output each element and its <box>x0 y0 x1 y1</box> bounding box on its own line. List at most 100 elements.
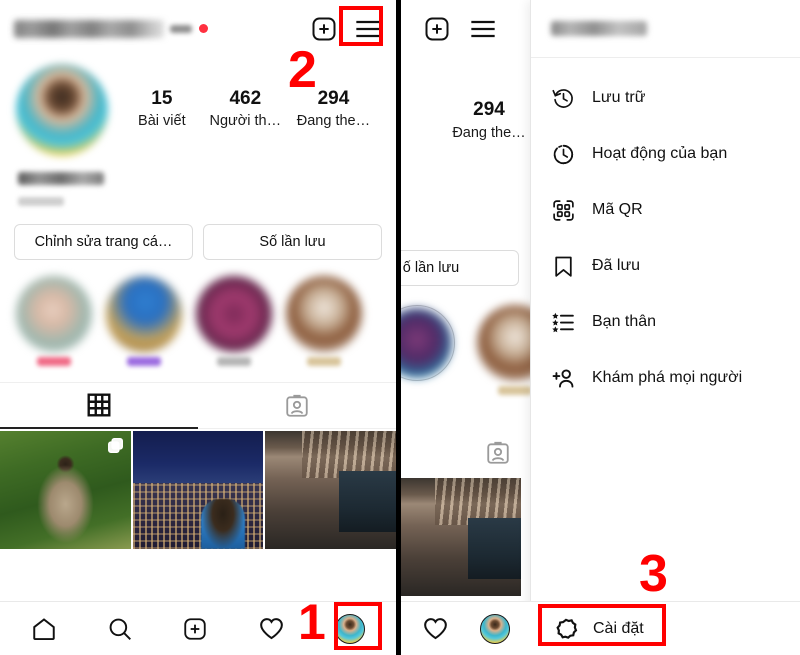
stat-posts-label: Bài viết <box>138 113 186 130</box>
heart-icon[interactable] <box>422 615 449 642</box>
annotation-number-1: 1 <box>298 594 326 650</box>
profile-tabs <box>0 382 396 429</box>
highlight-cover <box>286 276 362 352</box>
profile-avatar[interactable] <box>16 64 108 156</box>
menu-item-label: Khám phá mọi người <box>592 369 743 386</box>
menu-header <box>531 0 800 58</box>
highlight-label-redacted <box>127 357 161 366</box>
header-actions-partial <box>423 15 497 43</box>
settings-menu-item[interactable]: Cài đặt <box>531 601 800 655</box>
menu-item-saved[interactable]: Đã lưu <box>531 238 800 294</box>
highlight-label-redacted <box>217 357 251 366</box>
stat-following-label: Đang the… <box>296 113 371 130</box>
stat-posts-value: 15 <box>151 87 173 109</box>
username-suffix-redacted <box>170 25 192 33</box>
menu-item-archive[interactable]: Lưu trữ <box>531 70 800 126</box>
highlight-label-redacted <box>37 357 71 366</box>
stat-followers[interactable]: 462 Người th… <box>210 87 282 133</box>
annotation-number-3: 3 <box>639 545 668 603</box>
phone-screen-menu-open: 294 Đang the… ố lần lưu Lưu trữ Hoạt độn… <box>401 0 800 655</box>
highlight-cover <box>196 276 272 352</box>
profile-avatar-nav-item[interactable] <box>335 613 366 644</box>
menu-item-label: Mã QR <box>592 201 643 218</box>
hamburger-menu-icon[interactable] <box>469 17 497 41</box>
photo-thumbnail <box>401 478 521 596</box>
menu-item-label: Đã lưu <box>592 257 641 274</box>
stat-following-partial[interactable]: 294 Đang the… <box>444 98 534 144</box>
photo-thumbnail <box>265 431 396 549</box>
search-icon[interactable] <box>107 616 133 642</box>
photo-thumbnail <box>132 431 264 549</box>
profile-bio-redacted <box>18 197 64 206</box>
stat-followers-value: 462 <box>229 87 262 109</box>
profile-action-buttons: Chỉnh sửa trang cá… Số lần lưu <box>0 206 396 260</box>
tutorial-screenshot: 15 Bài viết 462 Người th… 294 Đang the… … <box>0 0 800 655</box>
menu-item-list: Lưu trữ Hoạt động của bạn Mã QR Đã lưu B… <box>531 58 800 406</box>
stat-following-label: Đang the… <box>452 124 526 141</box>
menu-item-your-activity[interactable]: Hoạt động của bạn <box>531 126 800 182</box>
photo-grid-item-partial[interactable] <box>401 478 521 596</box>
stat-followers-label: Người th… <box>209 113 282 130</box>
highlight-ring <box>401 305 455 381</box>
profile-username-redacted <box>14 20 164 38</box>
saved-count-button-partial[interactable]: ố lần lưu <box>401 250 519 286</box>
highlight-item[interactable] <box>14 276 94 366</box>
highlight-item[interactable] <box>194 276 274 366</box>
settings-label: Cài đặt <box>593 619 644 637</box>
highlight-item-partial[interactable] <box>401 305 459 381</box>
archive-clock-icon <box>551 86 576 111</box>
profile-avatar-nav-item[interactable] <box>479 613 510 644</box>
activity-clock-icon <box>551 142 576 167</box>
highlight-cover <box>401 308 452 378</box>
highlight-label-redacted <box>307 357 341 366</box>
photo-grid <box>0 431 396 549</box>
profile-header <box>0 0 396 58</box>
bottom-navigation-bar <box>0 601 396 655</box>
story-highlights <box>0 260 396 366</box>
bottom-navigation-bar-partial <box>401 601 531 655</box>
star-list-icon <box>551 310 576 335</box>
header-actions <box>310 15 382 43</box>
multi-photo-icon <box>107 437 124 454</box>
tagged-person-icon <box>485 440 511 466</box>
profile-stats: 15 Bài viết 462 Người th… 294 Đang the… <box>108 87 380 133</box>
home-icon[interactable] <box>31 616 57 642</box>
bookmark-icon <box>551 254 576 279</box>
menu-item-label: Lưu trữ <box>592 89 646 106</box>
qr-code-icon <box>551 198 576 223</box>
phone-screen-profile: 15 Bài viết 462 Người th… 294 Đang the… … <box>0 0 396 655</box>
profile-display-name-redacted <box>18 172 104 185</box>
saved-count-button[interactable]: Số lần lưu <box>203 224 382 260</box>
add-person-icon <box>551 366 576 391</box>
heart-icon[interactable] <box>258 615 285 642</box>
stat-following-value: 294 <box>473 99 505 120</box>
profile-summary: 15 Bài viết 462 Người th… 294 Đang the… <box>0 58 396 156</box>
menu-item-close-friends[interactable]: Bạn thân <box>531 294 800 350</box>
photo-grid-item[interactable] <box>265 431 396 549</box>
highlight-cover <box>16 276 92 352</box>
plus-box-icon[interactable] <box>182 616 208 642</box>
highlight-item[interactable] <box>284 276 364 366</box>
photo-grid-item[interactable] <box>0 431 131 549</box>
menu-username-redacted <box>551 21 647 36</box>
highlight-cover <box>106 276 182 352</box>
menu-item-qr-code[interactable]: Mã QR <box>531 182 800 238</box>
edit-profile-button[interactable]: Chỉnh sửa trang cá… <box>14 224 193 260</box>
hamburger-menu-icon[interactable] <box>354 17 382 41</box>
highlight-item[interactable] <box>104 276 184 366</box>
menu-item-label: Bạn thân <box>592 313 657 330</box>
annotation-number-2: 2 <box>288 41 317 99</box>
photo-grid-item[interactable] <box>132 431 264 549</box>
menu-item-label: Hoạt động của bạn <box>592 145 728 162</box>
grid-icon <box>86 392 112 418</box>
plus-box-icon[interactable] <box>310 15 338 43</box>
tagged-tab[interactable] <box>198 383 396 429</box>
grid-tab[interactable] <box>0 383 198 429</box>
settings-entry[interactable]: Cài đặt <box>553 616 644 642</box>
highlight-label-redacted <box>498 386 532 395</box>
plus-box-icon[interactable] <box>423 15 451 43</box>
tagged-person-icon <box>284 393 310 419</box>
stat-posts[interactable]: 15 Bài viết <box>130 87 194 133</box>
live-status-dot <box>199 23 208 33</box>
menu-item-discover-people[interactable]: Khám phá mọi người <box>531 350 800 406</box>
